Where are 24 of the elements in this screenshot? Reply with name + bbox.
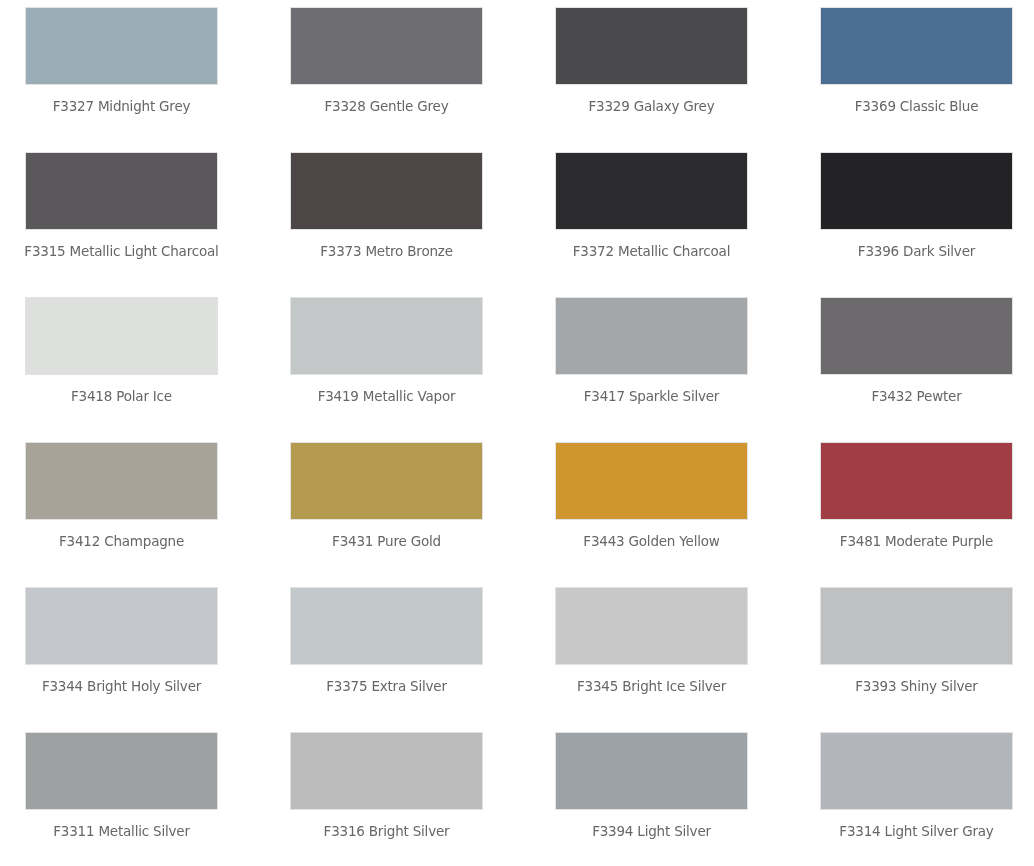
swatch-label: F3315 Metallic Light Charcoal bbox=[24, 243, 219, 260]
swatch-label: F3375 Extra Silver bbox=[326, 678, 447, 695]
swatch-label: F3419 Metallic Vapor bbox=[317, 388, 456, 405]
swatch-label: F3328 Gentle Grey bbox=[324, 98, 449, 115]
swatch-label: F3314 Light Silver Gray bbox=[839, 823, 994, 840]
swatch-label: F3372 Metallic Charcoal bbox=[572, 243, 731, 260]
swatch-label: F3311 Metallic Silver bbox=[53, 823, 190, 840]
swatch-label: F3394 Light Silver bbox=[592, 823, 711, 840]
swatch-label: F3316 Bright Silver bbox=[323, 823, 450, 840]
swatch-label: F3369 Classic Blue bbox=[854, 98, 979, 115]
swatch-label: F3393 Shiny Silver bbox=[855, 678, 978, 695]
swatch-label: F3396 Dark Silver bbox=[857, 243, 976, 260]
swatch-label: F3443 Golden Yellow bbox=[583, 533, 720, 550]
swatch-label: F3329 Galaxy Grey bbox=[588, 98, 715, 115]
swatch-label: F3327 Midnight Grey bbox=[52, 98, 191, 115]
swatch-label: F3481 Moderate Purple bbox=[839, 533, 994, 550]
swatch-label: F3432 Pewter bbox=[871, 388, 962, 405]
swatch-label: F3345 Bright Ice Silver bbox=[577, 678, 726, 695]
swatch-label: F3431 Pure Gold bbox=[332, 533, 441, 550]
swatch-label: F3344 Bright Holy Silver bbox=[41, 678, 202, 695]
swatch-label: F3373 Metro Bronze bbox=[320, 243, 453, 260]
swatch-label: F3418 Polar Ice bbox=[71, 388, 172, 405]
swatch-label: F3417 Sparkle Silver bbox=[583, 388, 720, 405]
swatch-label: F3412 Champagne bbox=[58, 533, 185, 550]
